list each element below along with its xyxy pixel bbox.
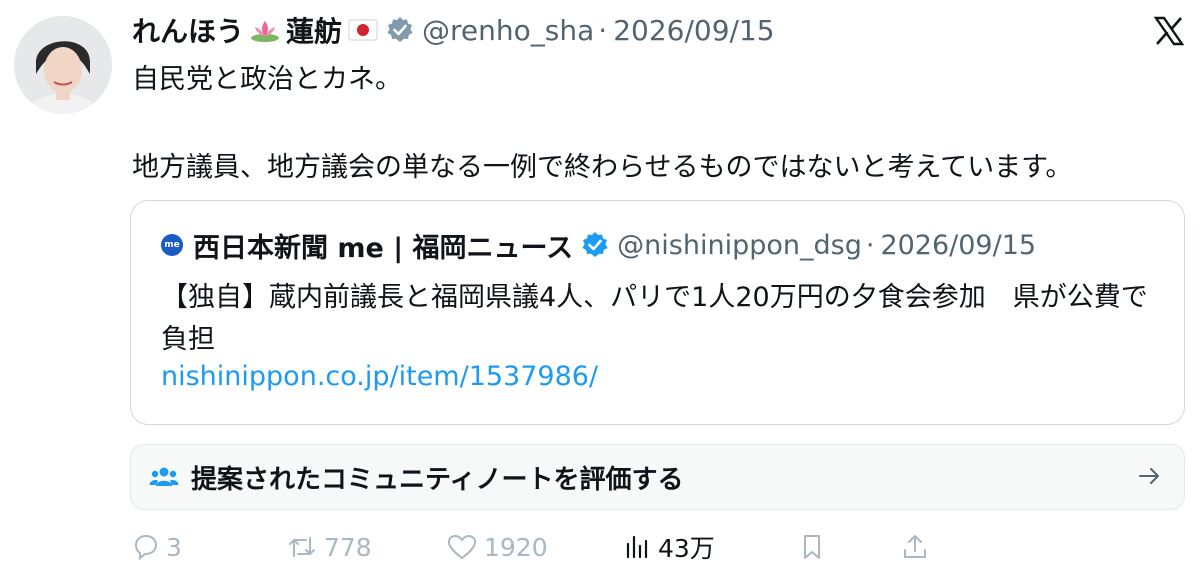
reply-button[interactable]: 3 (130, 524, 182, 570)
x-logo-icon[interactable] (1152, 16, 1186, 46)
quote-link[interactable]: nishinippon.co.jp/item/1537986/ (161, 361, 598, 392)
author-handle[interactable]: @renho_sha (422, 14, 594, 47)
tweet-text: 自民党と政治とカネ。 地方議員、地方議会の単なる一例で終わらせるものではないと考… (132, 64, 1073, 183)
bookmark-icon (804, 535, 820, 559)
action-bar: 3 778 1920 43万 (130, 524, 1185, 570)
reply-icon (134, 534, 158, 561)
quote-author-name[interactable]: 西日本新聞 me | 福岡ニュース (193, 226, 573, 265)
retweet-count: 778 (324, 532, 372, 562)
tweet-date[interactable]: 2026/09/15 (613, 14, 774, 47)
community-note-label: 提案されたコミュニティノートを評価する (191, 464, 684, 495)
quote-separator: · (865, 229, 875, 261)
quote-verified-badge-icon[interactable] (581, 231, 609, 259)
japan-flag-icon (348, 19, 378, 41)
quote-avatar[interactable]: me (161, 234, 183, 256)
like-button[interactable]: 1920 (446, 524, 548, 570)
views-button[interactable]: 43万 (622, 524, 715, 570)
quote-text: 【独自】蔵内前議長と福岡県議4人、パリで1人20万円の夕食会参加 県が公費で負担 (161, 282, 1148, 355)
lotus-icon (250, 17, 280, 43)
retweet-button[interactable]: 778 (286, 524, 372, 570)
reply-count: 3 (166, 532, 182, 562)
community-icon (149, 462, 179, 492)
quote-header: me 西日本新聞 me | 福岡ニュース @nishinippon_dsg · … (161, 225, 1036, 265)
arrow-right-icon (1136, 463, 1162, 489)
like-count: 1920 (484, 532, 548, 562)
heart-icon (447, 534, 477, 560)
views-count: 43万 (658, 534, 715, 563)
author-name[interactable]: れんほう (132, 10, 244, 50)
share-icon (904, 535, 926, 558)
bookmark-button[interactable] (798, 524, 832, 570)
verified-badge-icon[interactable] (386, 16, 414, 44)
avatar[interactable] (14, 16, 112, 114)
retweet-icon (289, 537, 315, 557)
share-button[interactable] (900, 524, 936, 570)
quote-date[interactable]: 2026/09/15 (880, 230, 1036, 261)
tweet-header: れんほう 蓮舫 @renho_sha · 2026/09/15 (132, 10, 775, 50)
views-chart-icon (626, 535, 648, 559)
quote-tweet[interactable]: me 西日本新聞 me | 福岡ニュース @nishinippon_dsg · … (130, 200, 1185, 425)
separator: · (598, 13, 608, 47)
quote-author-handle[interactable]: @nishinippon_dsg (617, 230, 862, 261)
community-note-button[interactable]: 提案されたコミュニティノートを評価する (130, 444, 1185, 510)
author-name-kanji[interactable]: 蓮舫 (286, 10, 342, 50)
